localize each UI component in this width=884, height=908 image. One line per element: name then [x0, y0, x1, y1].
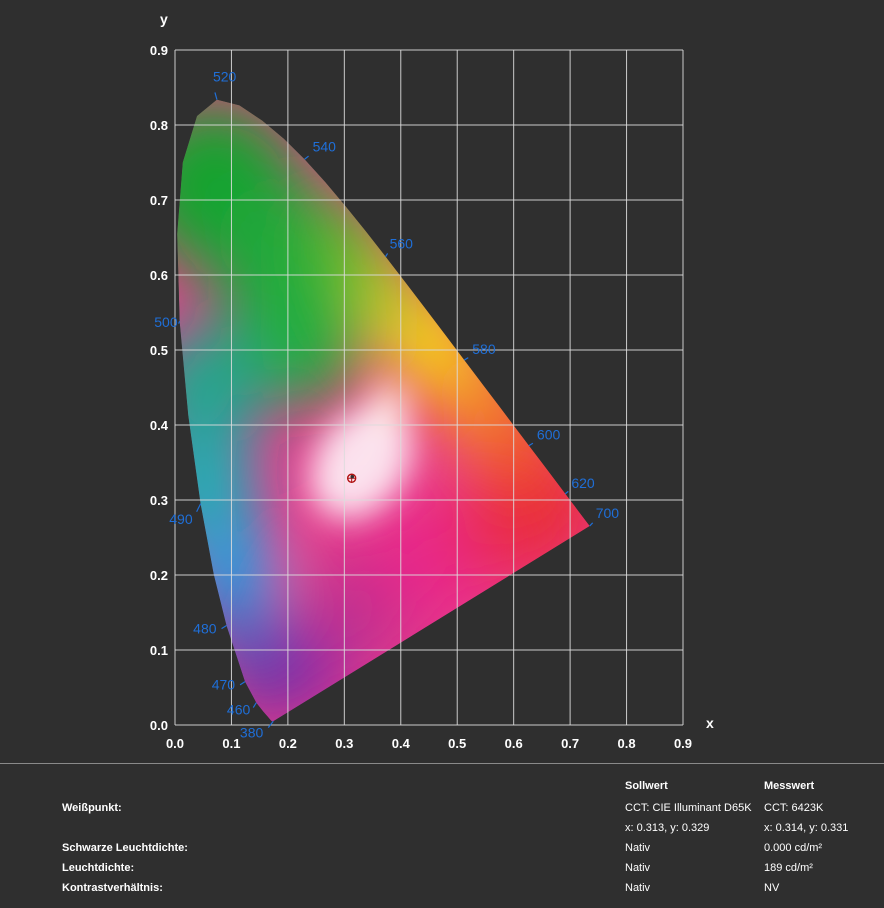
- header-measured: Messwert: [764, 780, 815, 792]
- x-axis-label: x: [706, 715, 714, 731]
- wavelength-label: 500: [154, 314, 178, 330]
- y-tick-label: 0.5: [150, 343, 168, 358]
- wavelength-tick: [178, 320, 181, 324]
- wavelength-label: 380: [240, 724, 264, 740]
- wavelength-label: 700: [596, 505, 620, 521]
- x-tick-label: 0.8: [618, 736, 636, 751]
- y-tick-label: 0.8: [150, 118, 168, 133]
- wavelength-tick: [589, 522, 594, 527]
- y-tick-label: 0.7: [150, 193, 168, 208]
- wavelength-label: 560: [390, 236, 414, 252]
- wavelength-tick: [463, 357, 469, 361]
- wavelength-tick: [385, 253, 389, 257]
- x-tick-label: 0.0: [166, 736, 184, 751]
- y-axis-label: y: [160, 11, 168, 27]
- wavelength-label: 470: [212, 677, 236, 693]
- whitepoint-measured-cct: CCT: 6423K: [764, 802, 824, 814]
- y-tick-label: 0.1: [150, 643, 168, 658]
- wavelength-tick: [267, 720, 274, 729]
- x-tick-label: 0.1: [222, 736, 240, 751]
- x-tick-label: 0.2: [279, 736, 297, 751]
- luminance-target: Nativ: [625, 862, 651, 874]
- whitepoint-measured-xy: x: 0.314, y: 0.331: [764, 822, 849, 834]
- row-label-whitepoint: Weißpunkt:: [62, 802, 122, 814]
- wavelength-label: 520: [213, 69, 237, 85]
- header-target: Sollwert: [625, 780, 668, 792]
- black-luminance-measured: 0.000 cd/m²: [764, 842, 823, 854]
- y-tick-label: 0.4: [150, 418, 169, 433]
- wavelength-tick: [252, 702, 257, 708]
- x-tick-label: 0.6: [505, 736, 523, 751]
- x-tick-label: 0.4: [392, 736, 411, 751]
- wavelength-label: 490: [169, 511, 193, 527]
- luminance-measured: 189 cd/m²: [764, 862, 813, 874]
- y-tick-label: 0.3: [150, 493, 168, 508]
- y-tick-labels: 0.0 0.1 0.2 0.3 0.4 0.5 0.6 0.7 0.8 0.9: [150, 43, 169, 733]
- x-tick-label: 0.9: [674, 736, 692, 751]
- wavelength-label: 620: [571, 475, 595, 491]
- contrast-measured: NV: [764, 882, 780, 894]
- whitepoint-target-xy: x: 0.313, y: 0.329: [625, 822, 710, 834]
- wavelength-label: 600: [537, 427, 561, 443]
- row-label-luminance: Leuchtdichte:: [62, 862, 135, 874]
- y-tick-label: 0.9: [150, 43, 168, 58]
- y-tick-label: 0.6: [150, 268, 168, 283]
- cie-chromaticity-diagram: 0.0 0.1 0.2 0.3 0.4 0.5 0.6 0.7 0.8 0.9 0.0 0.1 0.2…: [150, 11, 714, 751]
- wavelength-label: 540: [313, 138, 337, 154]
- wavelength-tick: [214, 92, 218, 100]
- wavelength-tick: [528, 442, 534, 447]
- y-tick-label: 0.0: [150, 718, 168, 733]
- black-luminance-target: Nativ: [625, 842, 651, 854]
- wavelength-label: 480: [193, 620, 217, 636]
- contrast-target: Nativ: [625, 882, 651, 894]
- x-tick-label: 0.5: [448, 736, 466, 751]
- white-point-markers: [346, 473, 357, 483]
- x-tick-label: 0.3: [335, 736, 353, 751]
- wavelength-tick: [239, 681, 246, 686]
- row-label-black-luminance: Schwarze Leuchtdichte:: [62, 842, 188, 854]
- wavelength-tick: [564, 490, 569, 495]
- y-tick-label: 0.2: [150, 568, 168, 583]
- wavelength-tick: [196, 503, 202, 513]
- wavelength-label: 460: [227, 702, 251, 718]
- row-label-contrast: Kontrastverhältnis:: [62, 882, 163, 894]
- wavelength-tick: [304, 155, 309, 160]
- white-point-table: Sollwert Messwert Weißpunkt: CCT: CIE Il…: [0, 764, 884, 908]
- x-tick-label: 0.7: [561, 736, 579, 751]
- wavelength-label: 580: [472, 341, 496, 357]
- wavelength-tick: [221, 624, 227, 630]
- measured-white-point: [350, 474, 355, 479]
- whitepoint-target-cct: CCT: CIE Illuminant D65K: [625, 802, 752, 814]
